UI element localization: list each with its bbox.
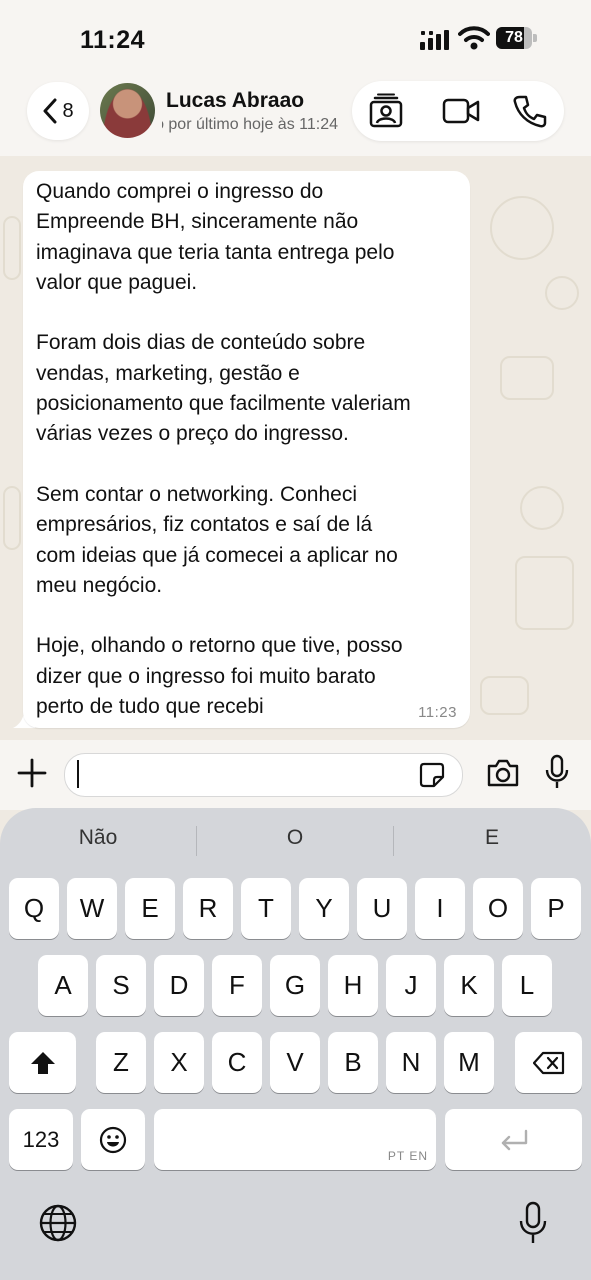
camera-icon[interactable] [486, 758, 520, 788]
suggestion-divider [393, 826, 394, 856]
delete-key[interactable] [515, 1032, 582, 1093]
key-p[interactable]: P [531, 878, 581, 939]
avatar[interactable] [100, 83, 155, 138]
key-f[interactable]: F [212, 955, 262, 1016]
shift-icon [30, 1051, 55, 1074]
unread-count: 8 [62, 99, 74, 122]
key-w[interactable]: W [67, 878, 117, 939]
key-x[interactable]: X [154, 1032, 204, 1093]
key-v[interactable]: V [270, 1032, 320, 1093]
key-n[interactable]: N [386, 1032, 436, 1093]
text-caret [77, 760, 79, 788]
key-o[interactable]: O [473, 878, 523, 939]
wallpaper-doodle [3, 216, 21, 280]
space-language-label: PT EN [387, 1149, 428, 1163]
key-t[interactable]: T [241, 878, 291, 939]
return-icon [501, 1129, 527, 1150]
emoji-icon [99, 1126, 127, 1153]
key-k[interactable]: K [444, 955, 494, 1016]
message-bubble[interactable]: Quando comprei o ingresso do Empreende B… [23, 171, 470, 728]
wallpaper-doodle [515, 556, 574, 630]
message-input[interactable] [64, 753, 463, 797]
microphone-icon[interactable] [545, 754, 569, 790]
plus-icon[interactable] [16, 757, 48, 789]
key-u[interactable]: U [357, 878, 407, 939]
key-d[interactable]: D [154, 955, 204, 1016]
keyboard: Não O E Q W E R T Y U I O P A S D F G H … [0, 808, 591, 1280]
wallpaper-doodle [545, 276, 579, 310]
contact-name[interactable]: Lucas Abraao [166, 89, 304, 113]
call-actions [352, 81, 564, 141]
battery-indicator: 78 [496, 27, 538, 49]
contact-last-seen: visto por último hoje às 11:24 [162, 116, 338, 133]
suggestion-divider [196, 826, 197, 856]
space-key[interactable]: PT EN [154, 1109, 436, 1170]
delete-icon [532, 1051, 564, 1074]
key-l[interactable]: L [502, 955, 552, 1016]
key-b[interactable]: B [328, 1032, 378, 1093]
key-c[interactable]: C [212, 1032, 262, 1093]
back-button[interactable]: 8 [27, 82, 89, 140]
phone-icon[interactable] [512, 93, 548, 129]
contact-card-icon[interactable] [368, 93, 404, 129]
wallpaper-doodle [480, 676, 529, 715]
back-chevron-icon [43, 98, 57, 124]
key-i[interactable]: I [415, 878, 465, 939]
cellular-signal-icon [420, 30, 449, 50]
chat-header: 8 Lucas Abraao visto por último hoje às … [0, 78, 591, 156]
suggestion-1[interactable]: Não [18, 826, 178, 850]
suggestion-2[interactable]: O [215, 826, 375, 850]
shift-key[interactable] [9, 1032, 76, 1093]
key-g[interactable]: G [270, 955, 320, 1016]
message-text: Quando comprei o ingresso do Empreende B… [36, 180, 411, 719]
key-r[interactable]: R [183, 878, 233, 939]
message-time: 11:23 [418, 704, 457, 721]
status-time: 11:24 [80, 26, 146, 54]
key-h[interactable]: H [328, 955, 378, 1016]
chat-area[interactable]: Quando comprei o ingresso do Empreende B… [0, 156, 591, 740]
dictation-microphone-icon[interactable] [518, 1201, 548, 1245]
key-a[interactable]: A [38, 955, 88, 1016]
emoji-key[interactable] [81, 1109, 145, 1170]
key-q[interactable]: Q [9, 878, 59, 939]
suggestion-3[interactable]: E [412, 826, 572, 850]
key-y[interactable]: Y [299, 878, 349, 939]
globe-icon[interactable] [38, 1203, 78, 1243]
status-bar: 11:24 78 [0, 0, 591, 78]
key-m[interactable]: M [444, 1032, 494, 1093]
numbers-key[interactable]: 123 [9, 1109, 73, 1170]
wallpaper-doodle [3, 486, 21, 550]
key-e[interactable]: E [125, 878, 175, 939]
wifi-icon [458, 26, 490, 50]
wallpaper-doodle [490, 196, 554, 260]
return-key[interactable] [445, 1109, 582, 1170]
key-j[interactable]: J [386, 955, 436, 1016]
composer-bar [0, 740, 591, 810]
video-call-icon[interactable] [442, 93, 480, 129]
wallpaper-doodle [500, 356, 554, 400]
key-s[interactable]: S [96, 955, 146, 1016]
wallpaper-doodle [520, 486, 564, 530]
key-z[interactable]: Z [96, 1032, 146, 1093]
sticker-icon[interactable] [419, 762, 445, 788]
